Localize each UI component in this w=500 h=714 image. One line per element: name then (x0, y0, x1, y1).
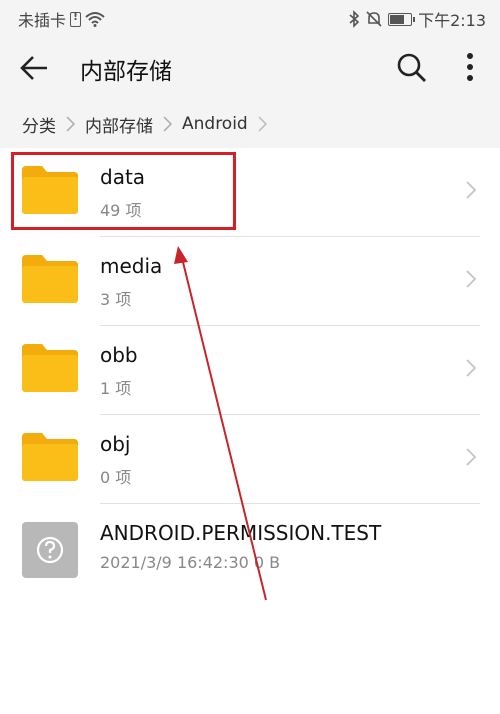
chevron-right-icon (466, 448, 477, 466)
list-item-file-permission-test[interactable]: ANDROID.PERMISSION.TEST 2021/3/9 16:42:3… (0, 504, 500, 593)
file-meta: 2021/3/9 16:42:30 0 B (100, 553, 281, 572)
breadcrumb-item-android[interactable]: Android (182, 114, 248, 134)
list-item-folder-obb[interactable]: obb 1 项 (0, 326, 500, 415)
annotation-highlight-box (11, 152, 236, 230)
file-meta: 1 项 (100, 379, 132, 398)
back-arrow-icon (20, 56, 47, 80)
breadcrumb-item-category[interactable]: 分类 (22, 112, 56, 137)
file-meta: 0 项 (100, 468, 132, 487)
bluetooth-icon (349, 10, 360, 28)
folder-icon (22, 433, 78, 481)
status-right: 下午2:13 (348, 7, 486, 31)
folder-icon (22, 344, 78, 392)
unknown-file-icon (22, 522, 78, 578)
file-name: ANDROID.PERMISSION.TEST (100, 521, 382, 545)
folder-icon (22, 255, 78, 303)
battery-icon (388, 12, 416, 26)
chevron-right-icon (466, 359, 477, 377)
wifi-icon (85, 12, 105, 27)
file-name: media (100, 254, 163, 278)
carrier-text: 未插卡 (18, 11, 67, 30)
status-left: 未插卡 (18, 7, 105, 31)
chevron-right-icon (258, 116, 267, 132)
breadcrumb-item-internal-storage[interactable]: 内部存储 (85, 112, 153, 137)
file-name: obj (100, 432, 131, 456)
search-button[interactable] (396, 52, 428, 84)
more-vert-icon (467, 53, 473, 81)
clock-text: 下午2:13 (418, 11, 486, 30)
chevron-right-icon (466, 181, 477, 199)
chevron-right-icon (466, 270, 477, 288)
file-meta: 3 项 (100, 290, 132, 309)
mute-bell-icon (366, 11, 382, 27)
question-mark-icon (36, 536, 64, 564)
status-bar: 未插卡 下午2:13 (0, 0, 500, 34)
back-button[interactable] (18, 52, 54, 84)
more-options-button[interactable] (458, 50, 482, 84)
page-title: 内部存储 (80, 59, 172, 85)
breadcrumb: 分类 内部存储 Android (0, 100, 500, 148)
file-name: obb (100, 343, 138, 367)
list-item-folder-media[interactable]: media 3 项 (0, 237, 500, 326)
sim-alert-icon (70, 10, 82, 27)
list-item-folder-obj[interactable]: obj 0 项 (0, 415, 500, 504)
chevron-right-icon (66, 116, 75, 132)
search-icon (397, 53, 426, 82)
chevron-right-icon (163, 116, 172, 132)
app-toolbar: 内部存储 (0, 34, 500, 100)
